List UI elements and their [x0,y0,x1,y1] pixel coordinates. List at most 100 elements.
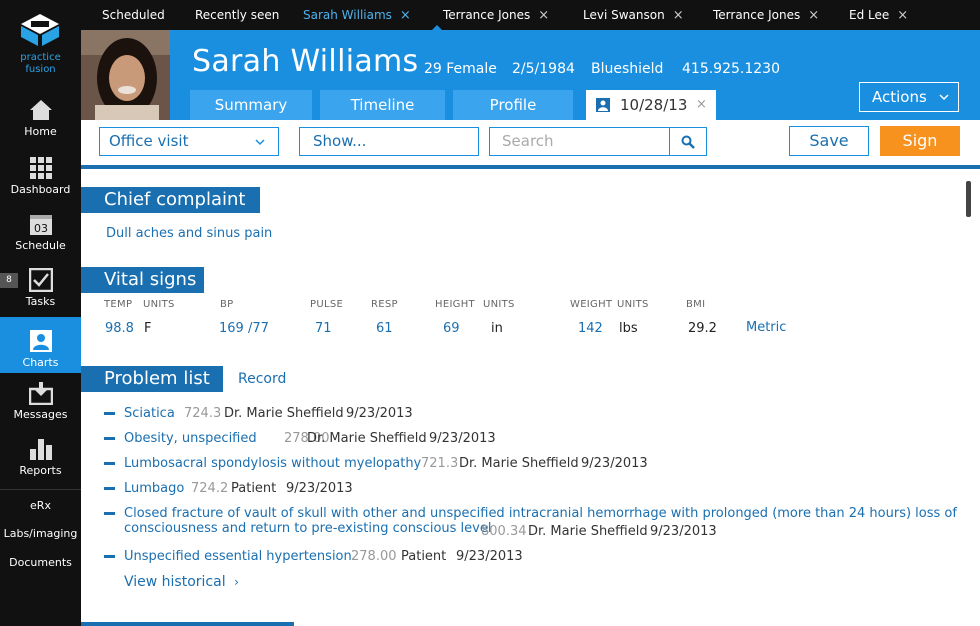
close-tab-icon[interactable]: × [673,8,684,23]
problem-name-line-1[interactable]: Closed fracture of vault of skull with o… [124,506,957,521]
home-icon [29,100,52,120]
close-tab-icon[interactable]: × [400,8,411,23]
tab-encounter[interactable]: 10/28/13 × [586,90,716,120]
vital-bp[interactable]: 169 /77 [219,321,269,336]
tab-label: Terrance Jones [443,8,531,22]
logo-line-2: fusion [25,64,56,75]
visit-type-select[interactable]: Office visit [99,127,279,156]
problem-code: 278.00 [351,549,397,564]
problem-date: 9/23/2013 [346,406,413,421]
problem-name[interactable]: Unspecified essential hypertension [124,549,352,564]
vital-temp[interactable]: 98.8 [105,321,134,336]
problem-name[interactable]: Lumbosacral spondylosis without myelopat… [124,456,421,471]
logo-icon [21,14,59,46]
vital-temp-units: F [144,321,152,336]
vital-label-weight-units: UNITS [617,299,649,310]
close-tab-icon[interactable]: × [897,8,908,23]
vital-weight[interactable]: 142 [578,321,603,336]
nav-home-label: Home [24,125,57,138]
calendar-icon: 03 [29,215,52,235]
tab-ed-lee[interactable]: Ed Lee × [849,0,908,30]
problem-bullet [104,555,115,558]
next-section-heading [81,622,294,626]
nav-tasks-label: Tasks [25,295,56,308]
vital-bmi: 29.2 [688,321,717,336]
patient-insurance: Blueshield [591,61,664,77]
problem-bullet [104,437,115,440]
nav-erx[interactable]: eRx [0,499,81,512]
tab-terrance-jones[interactable]: Terrance Jones × [443,0,549,30]
nav-labs-imaging[interactable]: Labs/imaging [0,527,81,540]
calendar-day: 03 [34,222,48,235]
problem-name-line-2[interactable]: consciousness and return to pre-existing… [124,521,491,536]
search-input[interactable]: Search [489,127,670,156]
practice-fusion-logo[interactable]: practice fusion [0,0,81,90]
problem-code: 721.3 [421,456,459,471]
problem-bullet [104,412,115,415]
nav-home[interactable]: Home [0,98,81,150]
vital-resp[interactable]: 61 [376,321,393,336]
nav-charts[interactable]: Charts [0,317,81,373]
show-dropdown[interactable]: Show... [299,127,479,156]
tab-label: Ed Lee [849,8,890,22]
side-navigation: practice fusion Home Dashboard 03 Schedu… [0,0,81,626]
nav-reports[interactable]: Reports [0,437,81,489]
search-button[interactable] [669,127,707,156]
problem-date: 9/23/2013 [429,431,496,446]
close-encounter-icon[interactable]: × [696,90,707,120]
vital-pulse[interactable]: 71 [315,321,332,336]
close-tab-icon[interactable]: × [538,8,549,23]
chevron-down-icon [939,94,949,101]
vital-weight-units: lbs [619,321,638,336]
scrollbar-thumb[interactable] [966,181,971,217]
tab-label: Sarah Williams [303,8,392,22]
sign-button[interactable]: Sign [880,126,960,156]
vital-label-height-units: UNITS [483,299,515,310]
problem-date: 9/23/2013 [650,524,717,539]
patient-phone: 415.925.1230 [682,61,780,77]
encounter-date: 10/28/13 [620,96,688,114]
tab-profile[interactable]: Profile [453,90,573,120]
problem-name[interactable]: Lumbago [124,481,184,496]
record-problem-link[interactable]: Record [238,371,286,387]
tab-recently-seen[interactable]: Recently seen [195,0,279,30]
tab-timeline[interactable]: Timeline [320,90,445,120]
vital-signs-heading: Vital signs [81,267,204,293]
tab-levi-swanson[interactable]: Levi Swanson × [583,0,684,30]
chief-complaint-text[interactable]: Dull aches and sinus pain [106,226,272,241]
tab-scheduled[interactable]: Scheduled [102,0,165,30]
vital-height-units: in [491,321,503,336]
vital-label-weight: WEIGHT [570,299,613,310]
nav-tasks[interactable]: Tasks [0,268,81,320]
save-button[interactable]: Save [789,126,869,156]
metric-toggle-link[interactable]: Metric [746,320,786,335]
tab-summary[interactable]: Summary [190,90,312,120]
encounter-toolbar: Office visit Show... Search Save Sign [81,120,980,165]
vital-label-height: HEIGHT [435,299,475,310]
tab-label: Levi Swanson [583,8,665,22]
patient-photo [81,30,170,120]
problem-code: 724.2 [191,481,229,496]
vital-label-temp-units: UNITS [143,299,175,310]
tab-sarah-williams[interactable]: Sarah Williams × [303,0,411,30]
tab-terrance-jones-2[interactable]: Terrance Jones × [713,0,819,30]
chevron-down-icon [255,139,265,146]
patient-dob: 2/5/1984 [512,61,575,77]
bar-chart-icon [29,439,52,460]
actions-dropdown[interactable]: Actions [859,82,959,112]
vital-height[interactable]: 69 [443,321,460,336]
problem-row[interactable]: Closed fracture of vault of skull with o… [104,506,957,540]
nav-messages-label: Messages [13,408,68,421]
chart-note-content[interactable]: Chief complaint Dull aches and sinus pai… [81,169,980,626]
close-tab-icon[interactable]: × [808,8,819,23]
patient-name: Sarah Williams [192,44,419,79]
problem-name[interactable]: Obesity, unspecified [124,431,257,446]
nav-messages[interactable]: Messages [0,381,81,433]
problem-name[interactable]: Sciatica [124,406,175,421]
problem-code: 800.34 [481,524,527,539]
nav-documents[interactable]: Documents [0,556,81,569]
view-historical-label: View historical [124,574,226,590]
nav-schedule[interactable]: 03 Schedule [0,212,81,264]
nav-dashboard[interactable]: Dashboard [0,156,81,208]
view-historical-link[interactable]: View historical › [124,574,239,590]
